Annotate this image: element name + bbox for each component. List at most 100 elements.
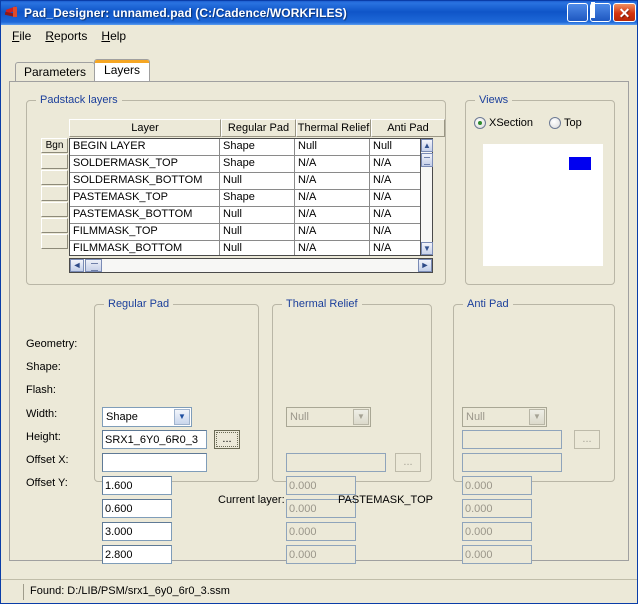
cell-regular-pad[interactable]: Null bbox=[220, 224, 295, 240]
cell-anti-pad[interactable]: N/A bbox=[370, 173, 420, 189]
table-row[interactable]: FILMMASK_BOTTOM Null N/A N/A bbox=[70, 241, 420, 256]
radio-top[interactable]: Top bbox=[549, 117, 582, 129]
cell-anti-pad[interactable]: N/A bbox=[370, 156, 420, 172]
anti-pad-shape-input bbox=[462, 430, 562, 449]
regular-pad-offset-x-input[interactable] bbox=[102, 522, 172, 541]
thermal-relief-geometry-value: Null bbox=[290, 411, 309, 423]
regular-pad-browse-button[interactable]: ... bbox=[214, 430, 240, 449]
cell-regular-pad[interactable]: Null bbox=[220, 241, 295, 256]
cell-layer[interactable]: FILMMASK_BOTTOM bbox=[70, 241, 220, 256]
menu-item-reports[interactable]: Reports bbox=[40, 27, 96, 45]
table-row[interactable]: PASTEMASK_TOP Shape N/A N/A bbox=[70, 190, 420, 207]
vertical-scrollbar[interactable]: ▲ ▼ bbox=[421, 138, 433, 256]
menu-item-file[interactable]: File bbox=[7, 27, 40, 45]
cell-anti-pad[interactable]: N/A bbox=[370, 207, 420, 223]
table-row[interactable]: SOLDERMASK_BOTTOM Null N/A N/A bbox=[70, 173, 420, 190]
column-header-anti-pad[interactable]: Anti Pad bbox=[371, 119, 445, 137]
column-header-layer[interactable]: Layer bbox=[69, 119, 221, 137]
minimize-button[interactable] bbox=[567, 3, 588, 22]
cell-layer[interactable]: PASTEMASK_TOP bbox=[70, 190, 220, 206]
scroll-right-icon[interactable]: ► bbox=[418, 259, 432, 272]
thermal-relief-label: Thermal Relief bbox=[282, 298, 362, 310]
row-button-column: Bgn bbox=[41, 138, 68, 250]
cell-layer[interactable]: FILMMASK_TOP bbox=[70, 224, 220, 240]
table-row[interactable]: PASTEMASK_BOTTOM Null N/A N/A bbox=[70, 207, 420, 224]
row-button[interactable] bbox=[41, 202, 68, 217]
column-header-thermal-relief[interactable]: Thermal Relief bbox=[296, 119, 371, 137]
row-button[interactable] bbox=[41, 186, 68, 201]
maximize-button[interactable] bbox=[590, 3, 611, 22]
table-row[interactable]: FILMMASK_TOP Null N/A N/A bbox=[70, 224, 420, 241]
cell-thermal-relief[interactable]: N/A bbox=[295, 190, 370, 206]
cell-thermal-relief[interactable]: N/A bbox=[295, 224, 370, 240]
anti-pad-label: Anti Pad bbox=[463, 298, 513, 310]
cell-regular-pad[interactable]: Shape bbox=[220, 156, 295, 172]
scroll-down-icon[interactable]: ▼ bbox=[421, 242, 433, 255]
anti-pad-offset-y-input bbox=[462, 545, 532, 564]
radio-xsection[interactable]: XSection bbox=[474, 117, 533, 129]
table-row[interactable]: SOLDERMASK_TOP Shape N/A N/A bbox=[70, 156, 420, 173]
regular-pad-geometry-select[interactable]: Shape ▼ bbox=[102, 407, 192, 427]
cell-anti-pad[interactable]: N/A bbox=[370, 241, 420, 256]
row-button[interactable] bbox=[41, 234, 68, 249]
tab-layers[interactable]: Layers bbox=[94, 59, 150, 81]
scroll-up-icon[interactable]: ▲ bbox=[421, 139, 433, 152]
regular-pad-width-input[interactable] bbox=[102, 476, 172, 495]
menu-item-help[interactable]: Help bbox=[96, 27, 135, 45]
horizontal-scrollbar[interactable]: ◄ ► bbox=[69, 258, 433, 273]
window-controls: ✕ bbox=[567, 3, 636, 22]
view-options: XSection Top bbox=[474, 117, 582, 129]
label-height: Height: bbox=[26, 431, 104, 443]
cell-thermal-relief[interactable]: N/A bbox=[295, 207, 370, 223]
horizontal-scroll-thumb[interactable] bbox=[85, 259, 102, 272]
regular-pad-label: Regular Pad bbox=[104, 298, 173, 310]
cell-anti-pad[interactable]: N/A bbox=[370, 224, 420, 240]
regular-pad-shape-input[interactable] bbox=[102, 430, 207, 449]
column-header-regular-pad[interactable]: Regular Pad bbox=[221, 119, 296, 137]
cell-thermal-relief[interactable]: Null bbox=[295, 139, 370, 155]
chevron-down-icon: ▼ bbox=[174, 409, 190, 425]
pad-preview-canvas[interactable] bbox=[483, 144, 603, 266]
thermal-relief-offset-x-input bbox=[286, 522, 356, 541]
cell-thermal-relief[interactable]: N/A bbox=[295, 241, 370, 256]
title-bar: Pad_Designer: unnamed.pad (C:/Cadence/WO… bbox=[1, 1, 638, 25]
radio-xsection-icon bbox=[474, 117, 486, 129]
row-button[interactable] bbox=[41, 154, 68, 169]
menu-file-rest: ile bbox=[19, 29, 31, 43]
regular-pad-flash-input[interactable] bbox=[102, 453, 207, 472]
table-row[interactable]: BEGIN LAYER Shape Null Null bbox=[70, 139, 420, 156]
cell-layer[interactable]: SOLDERMASK_TOP bbox=[70, 156, 220, 172]
cell-anti-pad[interactable]: Null bbox=[370, 139, 420, 155]
regular-pad-height-input[interactable] bbox=[102, 499, 172, 518]
scroll-left-icon[interactable]: ◄ bbox=[70, 259, 84, 272]
close-button[interactable]: ✕ bbox=[613, 3, 636, 22]
cell-layer[interactable]: SOLDERMASK_BOTTOM bbox=[70, 173, 220, 189]
views-label: Views bbox=[475, 94, 512, 106]
anti-pad-geometry-select: Null ▼ bbox=[462, 407, 547, 427]
thermal-relief-geometry-select: Null ▼ bbox=[286, 407, 371, 427]
menu-reports-mnemonic: R bbox=[45, 29, 54, 43]
regular-pad-offset-y-input[interactable] bbox=[102, 545, 172, 564]
label-width: Width: bbox=[26, 408, 104, 420]
layer-grid[interactable]: BEGIN LAYER Shape Null Null SOLDERMASK_T… bbox=[69, 138, 421, 256]
padstack-layers-group: Padstack layers Layer Regular Pad Therma… bbox=[26, 100, 446, 285]
anti-pad-flash-input bbox=[462, 453, 562, 472]
cell-regular-pad[interactable]: Null bbox=[220, 207, 295, 223]
cell-thermal-relief[interactable]: N/A bbox=[295, 156, 370, 172]
cell-thermal-relief[interactable]: N/A bbox=[295, 173, 370, 189]
table-header-row: Layer Regular Pad Thermal Relief Anti Pa… bbox=[69, 119, 445, 137]
cell-regular-pad[interactable]: Null bbox=[220, 173, 295, 189]
regular-pad-geometry-value: Shape bbox=[106, 411, 138, 423]
cell-anti-pad[interactable]: N/A bbox=[370, 190, 420, 206]
cell-regular-pad[interactable]: Shape bbox=[220, 190, 295, 206]
anti-pad-browse-button: ... bbox=[574, 430, 600, 449]
pad-designer-icon bbox=[4, 5, 20, 21]
tab-parameters[interactable]: Parameters bbox=[15, 62, 95, 81]
row-button[interactable] bbox=[41, 170, 68, 185]
vertical-scroll-thumb[interactable] bbox=[421, 153, 433, 167]
cell-regular-pad[interactable]: Shape bbox=[220, 139, 295, 155]
row-button[interactable] bbox=[41, 218, 68, 233]
cell-layer[interactable]: BEGIN LAYER bbox=[70, 139, 220, 155]
cell-layer[interactable]: PASTEMASK_BOTTOM bbox=[70, 207, 220, 223]
row-button-begin[interactable]: Bgn bbox=[41, 138, 68, 153]
